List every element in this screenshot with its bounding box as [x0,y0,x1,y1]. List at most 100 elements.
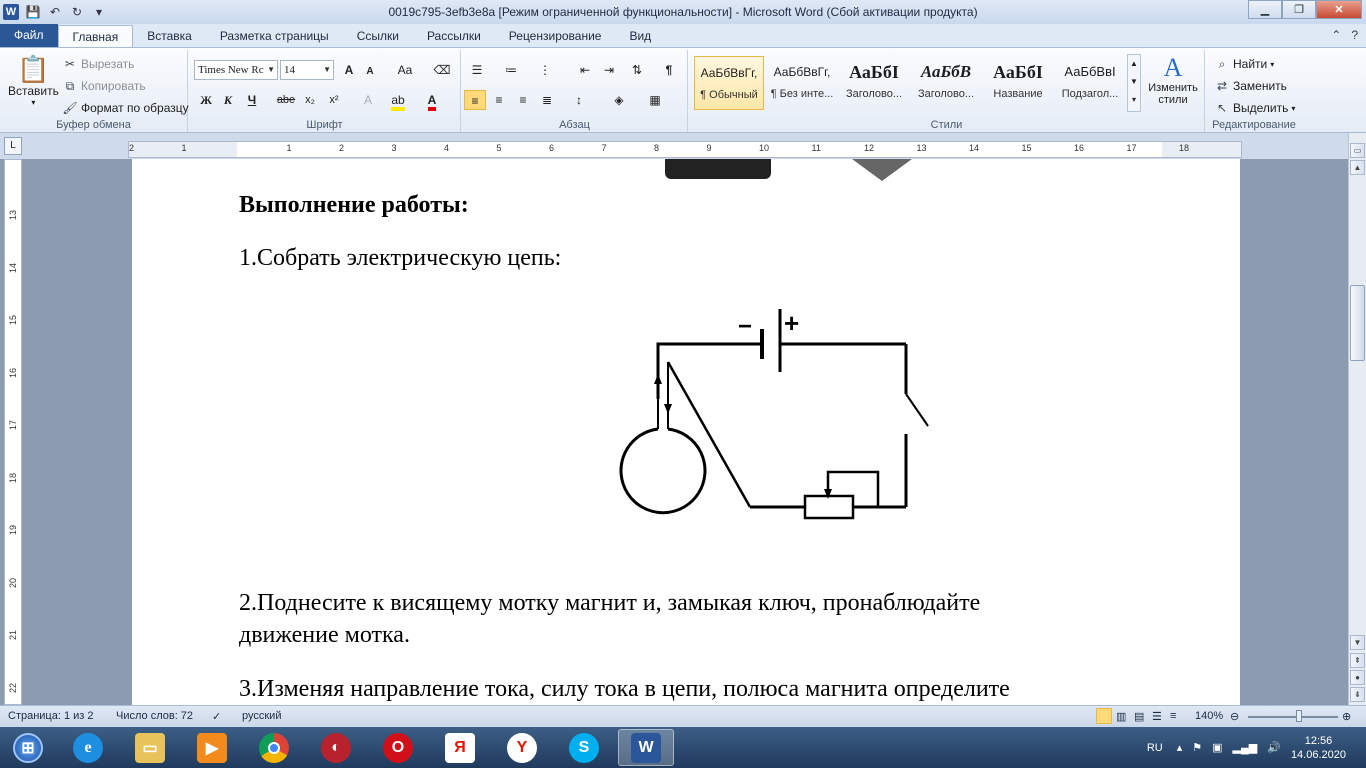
underline-button[interactable]: Ч [241,90,263,110]
action-center-flag-icon[interactable]: ⚑ [1192,741,1202,754]
paste-button[interactable]: 📋 Вставить ▾ [8,54,59,107]
taskbar-opera[interactable]: O [370,729,426,766]
taskbar-word[interactable]: W [618,729,674,766]
clear-formatting-icon[interactable]: ⌫ [431,60,453,80]
tab-view[interactable]: Вид [615,25,665,47]
next-page-icon[interactable]: ⇟ [1350,687,1365,702]
zoom-level[interactable]: 140% [1195,710,1223,722]
justify-icon[interactable]: ≣ [536,90,558,110]
find-button[interactable]: ⌕ Найти ▾ [1214,56,1275,72]
outline-icon[interactable]: ☰ [1152,710,1162,723]
tab-selector[interactable]: L [4,137,22,155]
style-heading-1[interactable]: АаБбІ Заголово... [839,56,909,110]
scroll-down-arrow-icon[interactable]: ▼ [1350,635,1365,650]
superscript-button[interactable]: x² [323,90,345,110]
zoom-slider-thumb[interactable] [1296,710,1302,722]
minimize-button[interactable]: ▁ [1248,0,1282,19]
clock[interactable]: 12:56 14.06.2020 [1291,734,1346,762]
volume-icon[interactable]: 🔊 [1267,741,1281,754]
help-icon[interactable]: ? [1351,28,1358,42]
subscript-button[interactable]: x₂ [299,90,321,110]
close-button[interactable]: ✕ [1316,0,1362,19]
redo-icon[interactable]: ↻ [69,5,85,19]
taskbar-file-explorer[interactable]: ▭ [122,729,178,766]
style-normal[interactable]: АаБбВвГг, ¶ Обычный [694,56,764,110]
copy-button[interactable]: ⧉ Копировать [62,78,146,94]
style-heading-2[interactable]: АаБбВ Заголово... [911,56,981,110]
increase-indent-icon[interactable]: ⇥ [598,60,620,80]
language-indicator[interactable]: русский [242,710,281,722]
tab-file[interactable]: Файл [0,24,58,47]
undo-icon[interactable]: ↶ [47,5,63,19]
highlight-icon[interactable]: ab [387,90,409,111]
strikethrough-button[interactable]: abe [275,90,297,110]
bullets-icon[interactable]: ☰ [466,60,488,80]
font-size-combo[interactable]: 14 ▼ [280,60,334,80]
device-icon[interactable]: ▣ [1212,741,1222,754]
browse-object-icon[interactable]: ● [1350,670,1365,685]
bold-button[interactable]: Ж [195,90,217,110]
tab-references[interactable]: Ссылки [343,25,413,47]
taskbar-skype[interactable]: S [556,729,612,766]
zoom-in-icon[interactable]: ⊕ [1342,710,1351,723]
scroll-thumb[interactable] [1350,285,1365,361]
horizontal-ruler[interactable]: 2 1 1 2 3 4 5 6 7 8 9 10 11 12 13 14 15 16 17 18 [128,141,1242,158]
text-effects-icon[interactable]: A [357,90,379,110]
show-marks-button[interactable]: ¶ [658,60,680,80]
align-left-icon[interactable]: ≡ [464,90,486,110]
qat-customize-icon[interactable]: ▾ [91,5,107,19]
select-button[interactable]: ↖ Выделить ▾ [1214,100,1295,116]
style-subtitle[interactable]: АаБбВвІ Подзагол... [1055,56,1125,110]
font-name-combo[interactable]: Times New Rc ▼ [194,60,278,80]
zoom-out-icon[interactable]: ⊖ [1230,710,1239,723]
tab-insert[interactable]: Вставка [133,25,206,47]
replace-button[interactable]: ⇄ Заменить [1214,78,1287,94]
taskbar-media-player[interactable]: ▶ [184,729,240,766]
scroll-up-arrow-icon[interactable]: ▲ [1350,160,1365,175]
borders-icon[interactable]: ▦ [644,90,666,110]
web-layout-icon[interactable]: ▤ [1134,710,1144,723]
proofing-icon[interactable]: ✓ [212,710,221,723]
ribbon-minimize-icon[interactable]: ⌃ [1331,28,1341,42]
save-icon[interactable]: 💾 [25,5,41,19]
align-center-icon[interactable]: ≡ [488,90,510,110]
align-right-icon[interactable]: ≡ [512,90,534,110]
word-app-icon[interactable]: W [3,4,19,20]
circuit-diagram[interactable]: − + [610,304,950,529]
change-styles-button[interactable]: A Изменить стили [1143,54,1203,107]
format-painter-button[interactable]: 🖌 Формат по образцу [62,100,188,116]
split-view-button[interactable]: ▭ [1350,143,1365,158]
print-layout-icon[interactable] [1096,708,1112,724]
maximize-button[interactable]: ❐ [1282,0,1316,19]
taskbar-speed-dial[interactable]: ◐ [308,729,364,766]
start-button[interactable]: ⊞ [0,729,56,766]
previous-page-icon[interactable]: ⇞ [1350,653,1365,668]
styles-scroll[interactable]: ▲ ▼ ▾ [1127,54,1141,112]
network-signal-icon[interactable]: ▂▄▆ [1233,741,1258,754]
cut-button[interactable]: ✂ Вырезать [62,56,134,72]
zoom-slider-track[interactable] [1248,716,1338,718]
show-hidden-icons-icon[interactable]: ▴ [1177,741,1183,754]
tab-page-layout[interactable]: Разметка страницы [206,25,343,47]
font-color-icon[interactable]: A [421,90,443,111]
vertical-ruler[interactable]: 13 14 15 16 17 18 19 20 21 22 [4,159,22,705]
taskbar-chrome[interactable] [246,729,302,766]
decrease-indent-icon[interactable]: ⇤ [574,60,596,80]
taskbar-yandex[interactable]: Y [494,729,550,766]
change-case-button[interactable]: Aa [391,60,419,80]
draft-icon[interactable]: ≡ [1170,710,1176,722]
taskbar-internet-explorer[interactable]: e [60,729,116,766]
word-count[interactable]: Число слов: 72 [116,710,193,722]
sort-icon[interactable]: ⇅ [626,60,648,80]
page[interactable]: Выполнение работы: 1.Собрать электрическ… [132,159,1240,705]
full-screen-reading-icon[interactable]: ▥ [1116,710,1126,723]
shading-icon[interactable]: ◈ [608,90,630,110]
page-count[interactable]: Страница: 1 из 2 [8,710,94,722]
style-title[interactable]: АаБбІ Название [983,56,1053,110]
vertical-scrollbar[interactable]: ▭ ▲ ▼ ⇞ ● ⇟ [1348,133,1366,705]
shrink-font-button[interactable]: A [359,62,381,82]
taskbar-yandex-browser[interactable]: Я [432,729,488,766]
tab-review[interactable]: Рецензирование [495,25,616,47]
language-indicator-tray[interactable]: RU [1147,742,1163,754]
grow-font-button[interactable]: A [338,60,360,80]
